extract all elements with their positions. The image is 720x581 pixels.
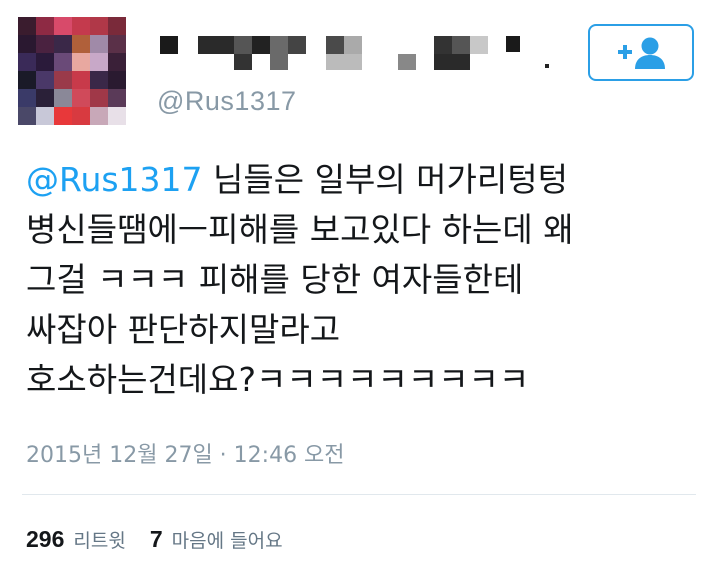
retweet-label[interactable]: 리트윗	[73, 526, 125, 553]
tweet-line: 그걸 ㅋㅋㅋ 피해를 당한 여자들한테	[26, 260, 524, 299]
like-label[interactable]: 마음에 들어요	[172, 526, 283, 553]
tweet-line: 싸잡아 판단하지말라고	[26, 310, 341, 349]
tweet-line-text: 님들은 일부의 머가리텅텅	[202, 160, 568, 199]
follow-button[interactable]	[588, 24, 694, 81]
add-user-icon	[614, 35, 668, 71]
tweet-line: @Rus1317 님들은 일부의 머가리텅텅	[26, 155, 706, 205]
tweet-timestamp[interactable]: 2015년 12월 27일 · 12:46 오전	[26, 437, 345, 469]
user-handle[interactable]: @Rus1317	[157, 86, 297, 117]
divider	[22, 494, 696, 495]
avatar[interactable]	[18, 17, 126, 125]
display-name-pixelated	[160, 30, 560, 74]
tweet-line: 병신들땜에ㅡ피해를 보고있다 하는데 왜	[26, 210, 574, 249]
tweet-text: @Rus1317 님들은 일부의 머가리텅텅 병신들땜에ㅡ피해를 보고있다 하는…	[26, 155, 706, 405]
like-count[interactable]: 7	[150, 526, 163, 553]
tweet-line: 호소하는건데요?ㅋㅋㅋㅋㅋㅋㅋㅋㅋ	[26, 360, 530, 399]
retweet-count[interactable]: 296	[26, 526, 64, 553]
mention-link[interactable]: @Rus1317	[26, 160, 203, 199]
tweet-stats: 296 리트윗 7 마음에 들어요	[26, 526, 283, 553]
